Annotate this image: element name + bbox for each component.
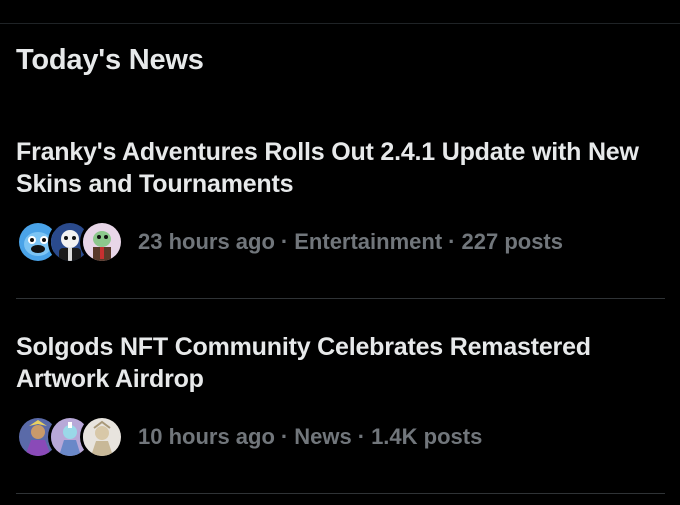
item-divider — [16, 298, 665, 299]
top-divider — [0, 23, 680, 24]
news-time: 10 hours ago — [138, 424, 275, 449]
news-category: Entertainment — [294, 229, 443, 254]
avatar-stack — [16, 220, 124, 264]
news-meta: 23 hours ago · Entertainment · 227 posts — [138, 229, 563, 255]
news-time: 23 hours ago — [138, 229, 275, 254]
news-headline[interactable]: Franky's Adventures Rolls Out 2.4.1 Upda… — [16, 136, 666, 200]
avatar-stack — [16, 415, 124, 459]
news-meta-row: 10 hours ago · News · 1.4K posts — [16, 415, 482, 459]
news-category: News — [294, 424, 352, 449]
separator-dot: · — [280, 229, 289, 254]
news-post-count: 1.4K posts — [371, 424, 483, 449]
news-item[interactable]: Solgods NFT Community Celebrates Remaste… — [0, 331, 680, 459]
news-post-count: 227 posts — [461, 229, 564, 254]
item-divider — [16, 493, 665, 494]
section-title: Today's News — [16, 44, 204, 76]
separator-dot: · — [357, 424, 366, 449]
avatar — [80, 220, 124, 264]
avatar — [80, 415, 124, 459]
separator-dot: · — [448, 229, 456, 254]
separator-dot: · — [280, 424, 289, 449]
news-item[interactable]: Franky's Adventures Rolls Out 2.4.1 Upda… — [0, 136, 680, 264]
news-headline[interactable]: Solgods NFT Community Celebrates Remaste… — [16, 331, 666, 395]
news-meta: 10 hours ago · News · 1.4K posts — [138, 424, 482, 450]
news-meta-row: 23 hours ago · Entertainment · 227 posts — [16, 220, 563, 264]
